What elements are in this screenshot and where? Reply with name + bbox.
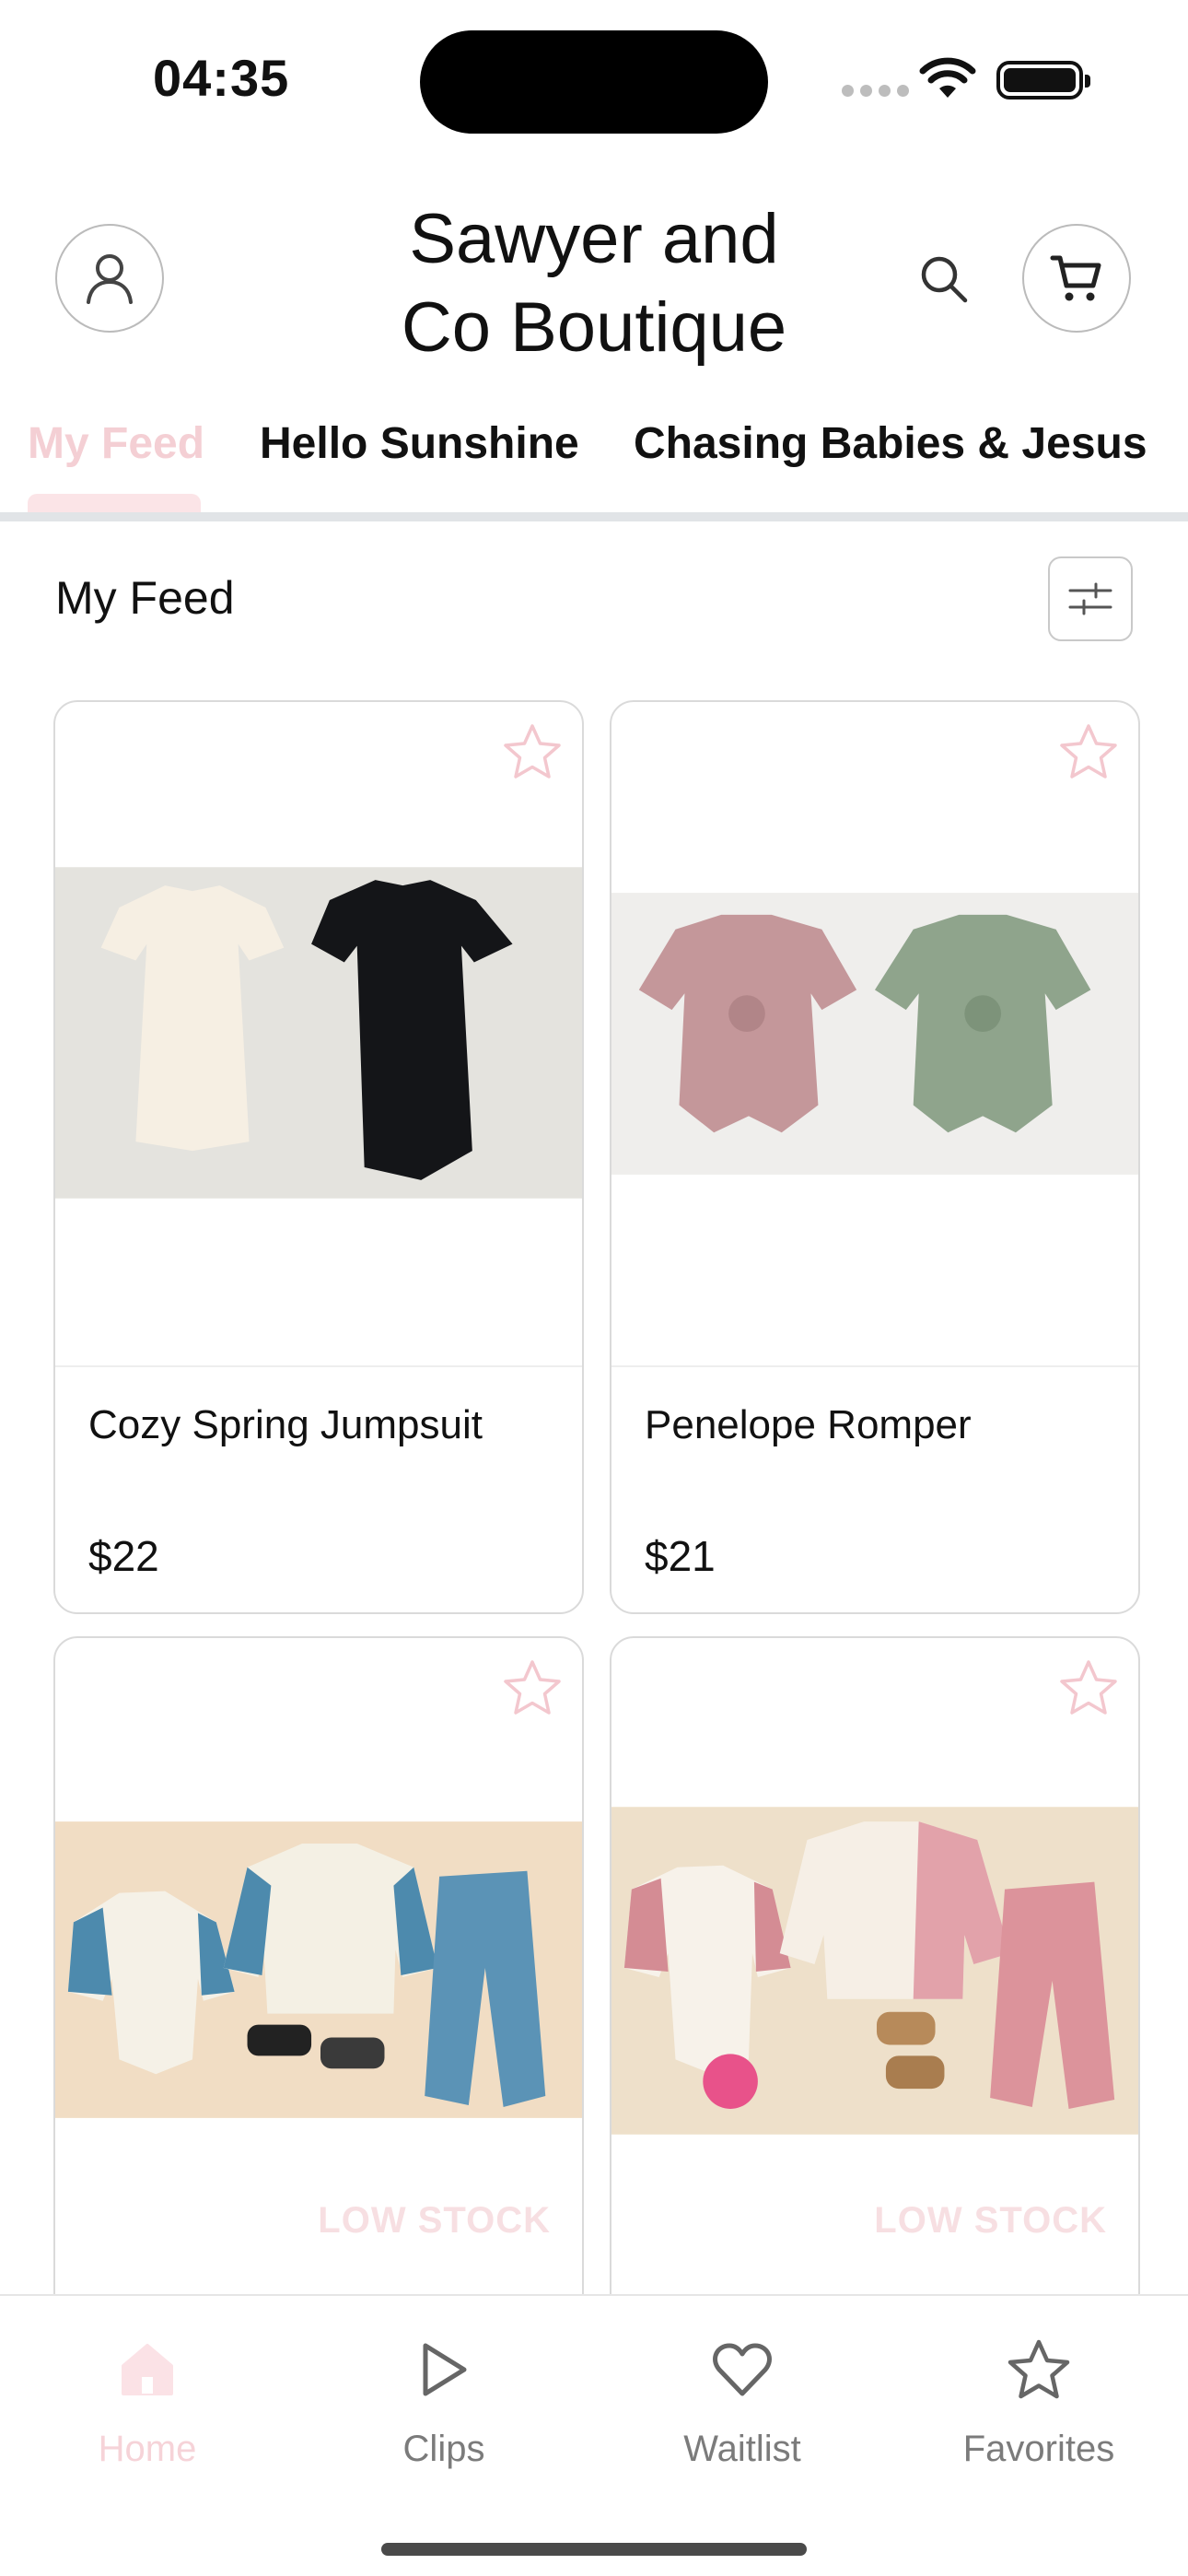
favorite-star-button[interactable] [499,719,565,785]
section-title: My Feed [55,572,235,624]
nav-waitlist[interactable]: Waitlist [641,2333,844,2470]
home-indicator [381,2543,807,2556]
product-card[interactable]: LOW STOCK [53,1636,584,2336]
low-stock-badge: LOW STOCK [318,2200,551,2241]
favorite-star-button[interactable] [1055,1655,1122,1721]
search-button[interactable] [912,247,976,311]
product-card[interactable]: Penelope Romper $21 [610,700,1140,1614]
product-image [55,1821,582,2118]
favorite-star-button[interactable] [1055,719,1122,785]
store-title-line-2: Co Boutique [401,288,787,367]
product-image [55,867,582,1199]
active-tab-indicator [28,494,201,512]
store-title: Sawyer and Co Boutique [368,195,820,372]
tab-chasing-babies-jesus[interactable]: Chasing Babies & Jesus [634,418,1147,469]
nav-clips[interactable]: Clips [343,2333,545,2470]
person-icon [87,254,133,304]
filter-button[interactable] [1048,556,1133,641]
nav-home-label: Home [98,2429,197,2469]
search-icon [921,256,968,303]
cart-icon [1050,255,1101,301]
status-bar: 04:35 [0,0,1188,157]
product-name: Penelope Romper [645,1402,972,1447]
nav-clips-label: Clips [402,2429,485,2469]
heart-icon [713,2343,772,2396]
account-button[interactable] [55,224,164,333]
nav-favorites[interactable]: Favorites [938,2333,1140,2470]
bottom-navigation: Home Clips Waitlist Favorites [0,2294,1188,2576]
nav-home[interactable]: Home [46,2333,249,2470]
status-time: 04:35 [153,49,290,107]
home-icon [122,2344,173,2395]
low-stock-badge: LOW STOCK [874,2200,1107,2241]
dynamic-island [420,30,768,134]
star-icon [1060,724,1117,779]
product-image [611,1807,1138,2135]
nav-waitlist-label: Waitlist [683,2429,801,2469]
cart-button[interactable] [1022,224,1131,333]
battery-icon [996,61,1090,100]
product-price: $22 [88,1532,159,1580]
wifi-icon [919,57,976,98]
product-card[interactable]: Cozy Spring Jumpsuit $22 [53,700,584,1614]
tab-my-feed[interactable]: My Feed [28,418,204,469]
star-icon [1060,1660,1117,1715]
sliders-icon [1068,582,1112,615]
star-icon [1007,2339,1070,2399]
tab-hello-sunshine[interactable]: Hello Sunshine [260,418,579,469]
store-title-line-1: Sawyer and [409,200,779,278]
play-icon [423,2343,467,2396]
product-name: Cozy Spring Jumpsuit [88,1402,483,1447]
favorite-star-button[interactable] [499,1655,565,1721]
product-image [611,893,1138,1175]
star-icon [504,724,561,779]
category-tabs: My Feed Hello Sunshine Chasing Babies & … [0,405,1188,521]
product-card[interactable]: LOW STOCK [610,1636,1140,2336]
product-price: $21 [645,1532,716,1580]
star-icon [504,1660,561,1715]
cellular-signal-icon [842,85,909,97]
card-divider [55,1365,582,1367]
card-divider [611,1365,1138,1367]
nav-favorites-label: Favorites [962,2429,1115,2469]
tabs-divider [0,512,1188,521]
